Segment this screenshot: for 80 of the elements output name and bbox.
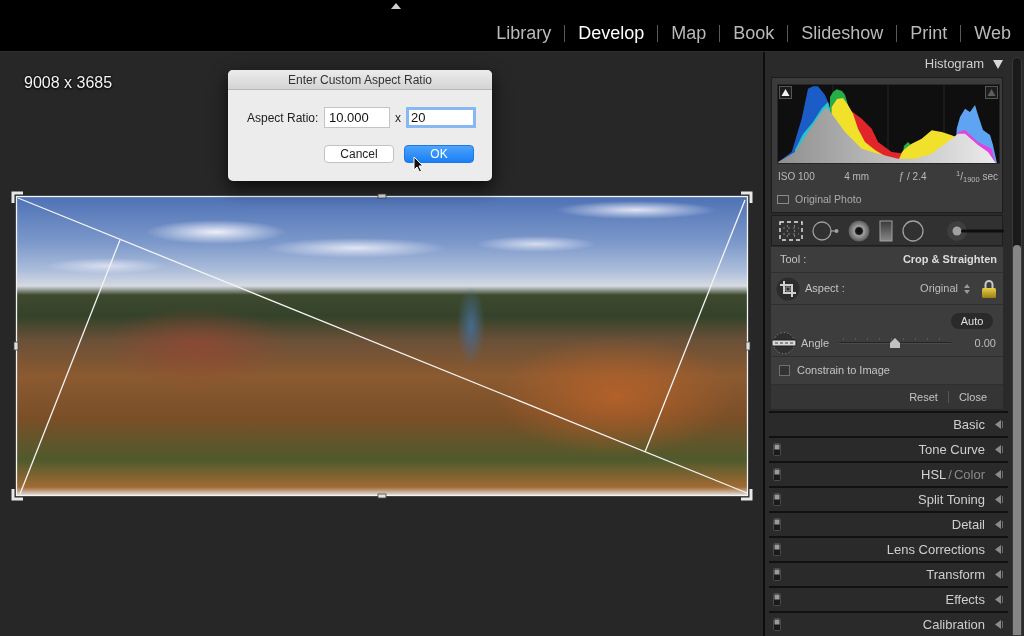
panel-header[interactable]: HSL/Color (769, 461, 1008, 486)
panel-header[interactable]: Tone Curve (769, 436, 1008, 461)
panel-header[interactable]: Lens Corrections (769, 536, 1008, 561)
level-icon[interactable] (771, 331, 797, 355)
panel-title: Tone Curve (918, 440, 985, 459)
angle-value: 0.00 (974, 335, 996, 351)
exif-label: $^{1}$/$_{1900}$ sec (956, 169, 998, 186)
panel-title: Split Toning (918, 490, 985, 509)
close-button[interactable]: Close (948, 388, 997, 406)
panel-header[interactable]: Split Toning (769, 486, 1008, 511)
panel-switch[interactable] (773, 493, 781, 506)
panel-title: Basic (953, 415, 985, 434)
panel-switch[interactable] (773, 568, 781, 581)
panel-tab[interactable]: Color (953, 464, 985, 485)
module-tab[interactable]: Develop (565, 22, 658, 44)
panel-title: Calibration (922, 615, 985, 634)
angle-label: Angle (801, 335, 831, 351)
cancel-button[interactable]: Cancel (324, 145, 394, 163)
module-tab[interactable]: Map (658, 22, 720, 44)
panel-title: Detail (951, 515, 985, 534)
checkbox-label: Original Photo (795, 192, 862, 207)
crop-handle[interactable] (745, 341, 751, 351)
separator-label: / (948, 465, 952, 484)
panel-header[interactable]: Transform (769, 561, 1008, 586)
panel-title: Transform (926, 565, 985, 584)
panel-title: Lens Corrections (886, 540, 985, 559)
module-tab[interactable]: Web (961, 22, 1024, 44)
dialog-title: Enter Custom Aspect Ratio (228, 70, 492, 90)
crop-handle[interactable] (377, 493, 387, 499)
panel-tab[interactable]: HSL (921, 464, 947, 485)
auto-button[interactable]: Auto (951, 313, 993, 329)
exif-label: ISO 100 (778, 170, 815, 184)
panel-header[interactable]: Basic (769, 411, 1008, 436)
checkbox-label: Constrain to Image (797, 363, 890, 379)
image-size-label: 9008 x 3685 (24, 74, 113, 92)
circle-arrow-icon[interactable] (812, 219, 839, 242)
stepper-icon[interactable] (964, 283, 970, 294)
panel-switch[interactable] (773, 468, 781, 481)
triangle-icon[interactable] (779, 86, 792, 99)
aspect-label: Aspect : (805, 281, 845, 297)
module-tab[interactable]: Book (720, 22, 788, 44)
exif-label: 4 mm (844, 170, 870, 184)
panel-header[interactable]: Detail (769, 511, 1008, 536)
panel-switch[interactable] (773, 443, 781, 456)
module-tab[interactable]: Slideshow (788, 22, 897, 44)
aspect-dropdown[interactable]: Original (920, 280, 958, 297)
lock-icon[interactable] (981, 278, 997, 299)
panel-header[interactable]: Calibration (769, 611, 1008, 636)
triangle-icon[interactable] (993, 59, 1003, 69)
checkbox[interactable] (779, 365, 790, 376)
tool-label: Tool : (780, 252, 807, 268)
module-tab[interactable]: Print (897, 22, 961, 44)
target-icon[interactable] (848, 219, 870, 242)
reset-button[interactable]: Reset (899, 388, 948, 406)
cursor-icon (413, 156, 424, 173)
circle-icon[interactable] (902, 219, 924, 242)
crop-handle[interactable] (377, 193, 387, 199)
slider-thumb[interactable] (890, 338, 900, 348)
panel-title: Histogram (924, 55, 984, 74)
tool-name: Crop & Straighten (902, 252, 997, 268)
crop-handle[interactable] (13, 341, 19, 351)
dashed-grid-icon[interactable] (779, 220, 803, 241)
scrollbar-thumb[interactable] (1013, 245, 1021, 635)
exif-label: ƒ / 2.4 (898, 170, 927, 184)
module-tab[interactable]: Library (483, 22, 565, 44)
input-field[interactable]: 10.000 (324, 107, 390, 128)
panel-switch[interactable] (773, 543, 781, 556)
field-label: Aspect Ratio: (247, 109, 320, 127)
checkbox[interactable] (777, 195, 789, 205)
crop-icon[interactable] (776, 276, 800, 301)
panel-switch[interactable] (773, 618, 781, 631)
panel-header[interactable]: Effects (769, 586, 1008, 611)
input-field[interactable]: 20 (406, 107, 476, 128)
panel-title: Effects (945, 590, 985, 609)
knob-slider-icon[interactable] (947, 219, 1005, 242)
times-label: x (395, 109, 401, 127)
rectangle-gradient-icon[interactable] (879, 219, 893, 242)
panel-switch[interactable] (773, 593, 781, 606)
panel-switch[interactable] (773, 518, 781, 531)
triangle-icon[interactable] (391, 3, 401, 9)
